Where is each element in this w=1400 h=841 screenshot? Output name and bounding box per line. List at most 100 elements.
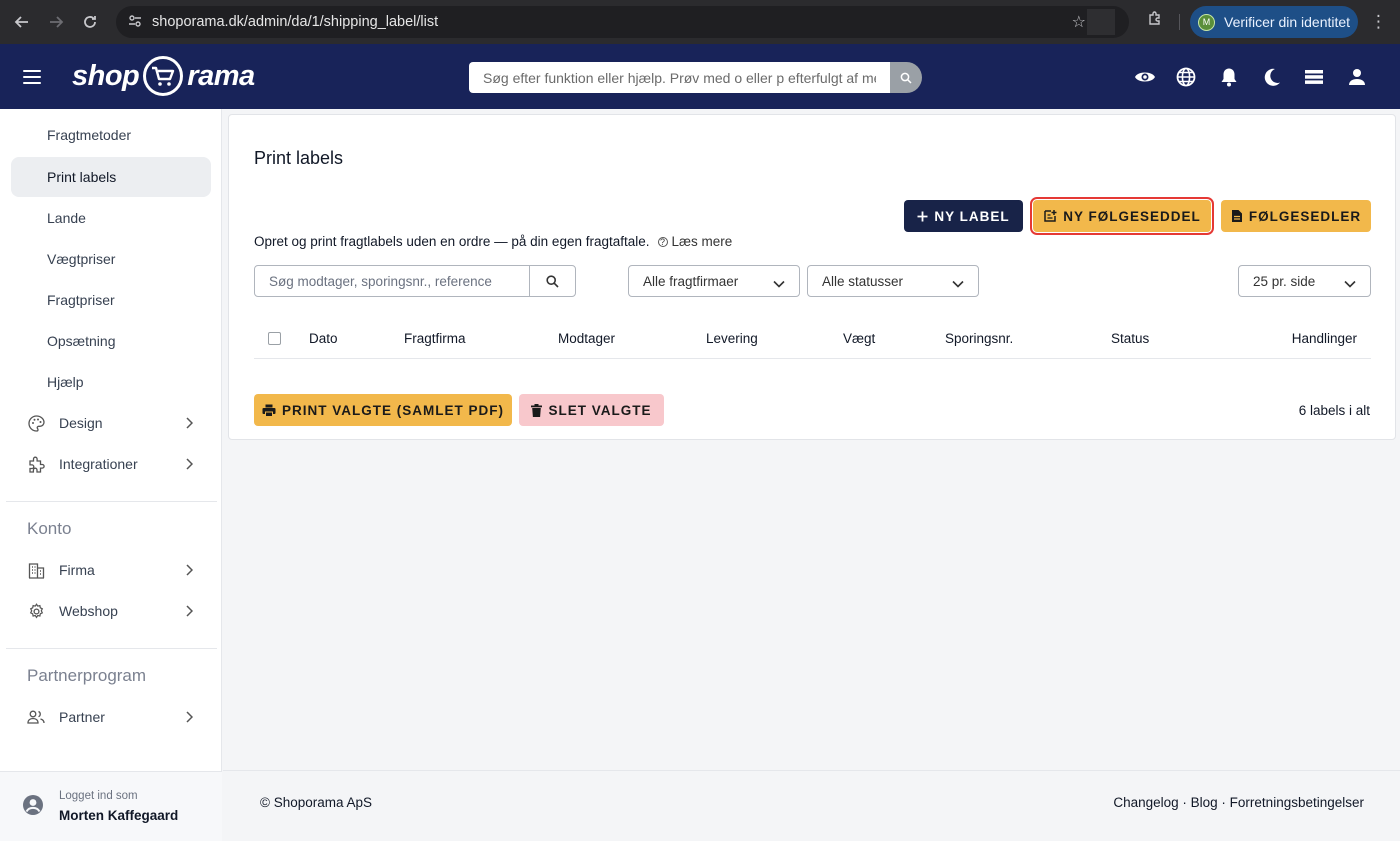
globe-icon[interactable] xyxy=(1175,66,1197,88)
chevron-right-icon xyxy=(185,563,194,579)
sidebar-item-label: Fragtmetoder xyxy=(47,127,132,143)
chevron-right-icon xyxy=(185,710,194,726)
chevron-right-icon xyxy=(185,416,194,432)
description-text: Opret og print fragtlabels uden en ordre… xyxy=(254,234,650,249)
sidebar-group-label: Integrationer xyxy=(59,456,138,472)
reload-icon[interactable] xyxy=(73,0,107,44)
printer-icon xyxy=(262,404,276,417)
back-arrow-icon[interactable] xyxy=(5,0,39,44)
address-bar[interactable]: shoporama.dk/admin/da/1/shipping_label/l… xyxy=(116,6,1129,38)
sidebar-item-hjaelp[interactable]: Hjælp xyxy=(11,362,211,402)
per-page-select[interactable]: 25 pr. side xyxy=(1238,265,1371,297)
page-footer: © Shoporama ApS Changelog · Blog · Forre… xyxy=(223,770,1400,841)
new-label-button[interactable]: NY LABEL xyxy=(904,200,1023,232)
extension-slot xyxy=(1087,9,1115,35)
sidebar-item-opsaetning[interactable]: Opsætning xyxy=(11,321,211,361)
packing-slips-button[interactable]: FØLGESEDLER xyxy=(1221,200,1371,232)
sidebar-group-label: Firma xyxy=(59,562,95,578)
user-avatar-icon xyxy=(22,794,44,816)
read-more-text: Læs mere xyxy=(671,234,733,249)
card-icon[interactable] xyxy=(1303,66,1325,88)
document-icon xyxy=(1231,209,1243,223)
sidebar-item-fragtpriser[interactable]: Fragtpriser xyxy=(11,280,211,320)
logged-in-label: Logget ind som xyxy=(59,790,138,802)
sidebar-item-label: Print labels xyxy=(47,169,117,185)
column-header-fragtfirma[interactable]: Fragtfirma xyxy=(404,331,466,346)
labels-count: 6 labels i alt xyxy=(1298,403,1370,418)
page-description: Opret og print fragtlabels uden en ordre… xyxy=(254,234,732,249)
print-labels-card: Print labels NY LABEL NY FØLGESEDDEL FØL… xyxy=(228,114,1396,440)
status-filter-select[interactable]: Alle statusser xyxy=(807,265,979,297)
browser-menu-icon[interactable]: ⋮ xyxy=(1370,10,1387,34)
sidebar-group-integrationer[interactable]: Integrationer xyxy=(11,444,211,484)
logo-text-left: shop xyxy=(72,59,140,92)
sidebar-item-label: Vægtpriser xyxy=(47,251,116,267)
url-text[interactable]: shoporama.dk/admin/da/1/shipping_label/l… xyxy=(152,14,438,30)
building-icon xyxy=(27,561,45,579)
page-title: Print labels xyxy=(254,148,344,168)
logged-in-user: Logget ind som Morten Kaffegaard xyxy=(0,771,222,841)
column-header-levering[interactable]: Levering xyxy=(706,331,758,346)
sidebar-group-firma[interactable]: Firma xyxy=(11,550,211,590)
new-packing-slip-text: NY FØLGESEDDEL xyxy=(1063,208,1201,224)
select-all-checkbox[interactable] xyxy=(268,332,281,345)
labels-table-header: Dato Fragtfirma Modtager Levering Vægt S… xyxy=(254,319,1371,359)
sidebar-group-design[interactable]: Design xyxy=(11,403,211,443)
sidebar-group-label: Webshop xyxy=(59,603,118,619)
verify-identity-button[interactable]: M Verificer din identitet xyxy=(1190,6,1358,38)
footer-copyright: © Shoporama ApS xyxy=(260,795,373,810)
carrier-filter-select[interactable]: Alle fragtfirmaer xyxy=(628,265,800,297)
puzzle-icon xyxy=(27,455,45,473)
column-header-vaegt[interactable]: Vægt xyxy=(843,331,875,346)
extensions-puzzle-icon[interactable] xyxy=(1144,10,1166,34)
gear-icon xyxy=(27,602,45,620)
help-circle-icon: ? xyxy=(657,236,668,247)
shoporama-logo[interactable]: shop rama xyxy=(72,53,255,99)
label-search xyxy=(254,265,576,297)
sidebar-item-fragtmetoder[interactable]: Fragtmetoder xyxy=(11,115,211,155)
sidebar-item-lande[interactable]: Lande xyxy=(11,198,211,238)
sidebar-section-konto: Konto xyxy=(27,519,72,538)
delete-selected-text: SLET VALGTE xyxy=(548,402,652,418)
global-search xyxy=(469,62,922,93)
sidebar-group-partner[interactable]: Partner xyxy=(11,697,211,737)
global-search-button[interactable] xyxy=(890,62,922,93)
person-icon[interactable] xyxy=(1346,66,1368,88)
sidebar-item-label: Fragtpriser xyxy=(47,292,115,308)
print-selected-button[interactable]: PRINT VALGTE (SAMLET PDF) xyxy=(254,394,512,426)
sidebar-item-label: Lande xyxy=(47,210,86,226)
search-icon xyxy=(900,72,912,84)
read-more-link[interactable]: ? Læs mere xyxy=(657,234,733,249)
label-search-input[interactable] xyxy=(255,266,529,296)
sidebar-group-webshop[interactable]: Webshop xyxy=(11,591,211,631)
site-settings-icon[interactable] xyxy=(128,14,150,31)
sidebar-item-vaegtpriser[interactable]: Vægtpriser xyxy=(11,239,211,279)
people-icon xyxy=(27,708,45,726)
eye-icon[interactable] xyxy=(1134,66,1156,88)
global-search-input[interactable] xyxy=(469,62,890,93)
bookmark-star-icon[interactable]: ☆ xyxy=(1072,12,1086,32)
packing-slips-text: FØLGESEDLER xyxy=(1248,208,1362,224)
column-header-sporingsnr[interactable]: Sporingsnr. xyxy=(945,331,1013,346)
column-header-modtager[interactable]: Modtager xyxy=(558,331,615,346)
chevron-down-icon xyxy=(1344,276,1356,291)
new-label-text: NY LABEL xyxy=(934,208,1010,224)
cart-logo-icon xyxy=(143,56,184,96)
sidebar-divider xyxy=(6,501,217,502)
footer-links[interactable]: Changelog · Blog · Forretningsbetingelse… xyxy=(1113,795,1364,810)
column-header-status[interactable]: Status xyxy=(1111,331,1149,346)
delete-selected-button[interactable]: SLET VALGTE xyxy=(519,394,664,426)
print-selected-text: PRINT VALGTE (SAMLET PDF) xyxy=(282,402,504,418)
sidebar-section-partnerprogram: Partnerprogram xyxy=(27,666,147,685)
label-search-button[interactable] xyxy=(529,266,575,296)
sidebar-item-print-labels[interactable]: Print labels xyxy=(11,157,211,197)
sidebar-group-label: Design xyxy=(59,415,103,431)
forward-arrow-icon[interactable] xyxy=(39,0,73,44)
new-packing-slip-button[interactable]: NY FØLGESEDDEL xyxy=(1030,197,1214,235)
chevron-right-icon xyxy=(185,457,194,473)
column-header-dato[interactable]: Dato xyxy=(309,331,338,346)
bell-icon[interactable] xyxy=(1218,66,1240,88)
status-filter-value: Alle statusser xyxy=(822,273,904,289)
hamburger-menu-icon[interactable] xyxy=(23,70,41,84)
moon-icon[interactable] xyxy=(1261,66,1283,88)
